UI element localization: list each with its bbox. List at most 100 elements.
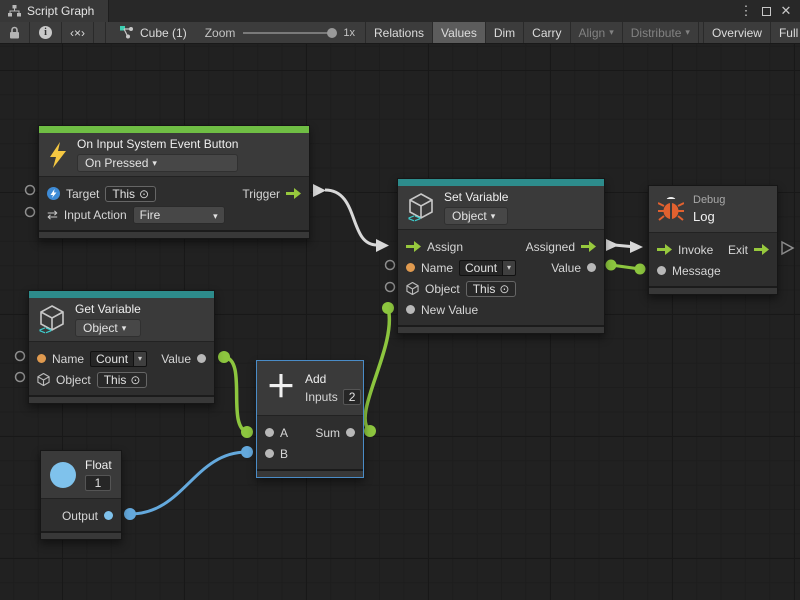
invoke-label: Invoke: [678, 243, 713, 257]
combo-caret-icon: ▾: [134, 351, 147, 367]
node-add[interactable]: ＋ Add Inputs 2 A Sum B: [256, 360, 364, 478]
lock-icon: [9, 26, 20, 39]
object-value-button[interactable]: This: [97, 372, 148, 388]
menu-icon[interactable]: ⋮: [738, 3, 754, 19]
zoom-control: Zoom 1x: [195, 22, 365, 43]
node-header[interactable]: ＋ Add Inputs 2: [257, 361, 363, 416]
name-combo[interactable]: Count▾: [459, 260, 516, 276]
node-header[interactable]: <> Get Variable Object: [29, 298, 214, 342]
plus-icon: ＋: [266, 375, 296, 401]
value-port[interactable]: [197, 354, 206, 363]
node-get-variable[interactable]: <> Get Variable Object Name Count▾ Value: [28, 290, 215, 404]
port-row-target: Target This Trigger: [39, 183, 309, 204]
node-footer: [649, 286, 777, 294]
name-combo[interactable]: Count▾: [90, 351, 147, 367]
float-value-field[interactable]: 1: [85, 475, 111, 491]
bug-icon: [658, 196, 684, 222]
port-row-input-action: ⇄ Input Action Fire: [39, 204, 309, 225]
assign-label: Assign: [427, 240, 463, 254]
close-icon[interactable]: ✕: [778, 3, 794, 19]
variable-cube-icon: <>: [407, 193, 435, 223]
message-port[interactable]: [657, 266, 666, 275]
name-label: Name: [52, 352, 84, 366]
trigger-port[interactable]: [286, 188, 301, 199]
tab-script-graph[interactable]: Script Graph: [0, 0, 109, 22]
object-cube-icon: [37, 373, 50, 386]
maximize-icon[interactable]: [758, 3, 774, 19]
a-port[interactable]: [265, 428, 274, 437]
wire-trigger-assign: [313, 184, 389, 252]
port-row-name: Name Count▾ Value: [29, 348, 214, 369]
svg-text:<>: <>: [39, 325, 52, 335]
window-controls: ⋮ ✕: [738, 0, 800, 22]
variable-cube-icon: <>: [38, 305, 66, 335]
output-port[interactable]: [104, 511, 113, 520]
port-row-b: B: [257, 443, 363, 464]
object-label: Object: [425, 282, 460, 296]
assign-port[interactable]: [406, 241, 421, 252]
wire-float-b: [124, 446, 253, 520]
input-system-icon: [47, 187, 60, 200]
object-cube-icon: [406, 282, 419, 295]
graph-icon: [8, 5, 21, 17]
target-icon: [130, 373, 140, 387]
dim-toggle[interactable]: Dim: [486, 22, 524, 43]
zoom-slider[interactable]: [243, 32, 335, 34]
node-footer: [398, 325, 604, 333]
target-icon: [499, 282, 509, 296]
relations-toggle[interactable]: Relations: [365, 22, 433, 43]
target-icon: [139, 187, 149, 201]
input-action-icon: ⇄: [47, 207, 58, 223]
overview-button[interactable]: Overview: [704, 22, 771, 43]
lock-button[interactable]: [0, 22, 30, 43]
code-preview-button[interactable]: ‹×›: [62, 22, 94, 43]
node-header[interactable]: <> Set Variable Object: [398, 186, 604, 230]
inputs-count-field[interactable]: 2: [343, 389, 362, 405]
graph-target-button[interactable]: Cube (1): [106, 22, 195, 43]
node-debug-log[interactable]: Debug Log Invoke Exit Message: [648, 185, 778, 295]
values-toggle[interactable]: Values: [433, 22, 486, 43]
node-title: Add: [305, 372, 361, 386]
value-label: Value: [551, 261, 581, 275]
message-label: Message: [672, 264, 721, 278]
lightning-icon: [48, 142, 68, 168]
node-header[interactable]: Debug Log: [649, 186, 777, 233]
node-set-variable[interactable]: <> Set Variable Object Assign Assigned: [397, 178, 605, 334]
node-header[interactable]: On Input System Event Button On Pressed: [39, 133, 309, 177]
value-port[interactable]: [587, 263, 596, 272]
object-value-button[interactable]: This: [466, 281, 517, 297]
event-mode-dropdown[interactable]: On Pressed: [77, 154, 238, 172]
sum-port[interactable]: [346, 428, 355, 437]
zoom-slider-handle[interactable]: [327, 28, 337, 38]
b-port[interactable]: [265, 449, 274, 458]
exit-port[interactable]: [754, 244, 769, 255]
invoke-port[interactable]: [657, 244, 672, 255]
distribute-dropdown[interactable]: Distribute: [623, 22, 699, 43]
zoom-label: Zoom: [205, 26, 236, 40]
node-on-input-system-event-button[interactable]: On Input System Event Button On Pressed …: [38, 125, 310, 239]
zoom-value: 1x: [343, 27, 355, 39]
node-footer: [41, 531, 121, 539]
toolbar-spacer: [94, 22, 106, 43]
assigned-port[interactable]: [581, 241, 596, 252]
inspect-button[interactable]: i: [30, 22, 62, 43]
variable-scope-dropdown[interactable]: Object: [75, 319, 141, 337]
port-row-output: Output: [41, 505, 121, 526]
name-port[interactable]: [406, 263, 415, 272]
wire-assigned-invoke: [606, 239, 643, 253]
input-action-dropdown[interactable]: Fire: [133, 206, 225, 224]
name-port[interactable]: [37, 354, 46, 363]
variable-scope-dropdown[interactable]: Object: [444, 207, 508, 225]
variable-colorbar: [398, 179, 604, 186]
graph-canvas[interactable]: On Input System Event Button On Pressed …: [0, 44, 800, 600]
carry-toggle[interactable]: Carry: [524, 22, 570, 43]
port-row-object: Object This: [398, 278, 604, 299]
fullscreen-button[interactable]: Full Screen: [771, 22, 800, 43]
node-float[interactable]: Float 1 Output: [40, 450, 122, 540]
node-header[interactable]: Float 1: [41, 451, 121, 499]
new-value-port[interactable]: [406, 305, 415, 314]
port-row-assign: Assign Assigned: [398, 236, 604, 257]
align-dropdown[interactable]: Align: [571, 22, 623, 43]
graph-toolbar: i ‹×› Cube (1) Zoom 1x Relations Values …: [0, 22, 800, 44]
target-value-button[interactable]: This: [105, 186, 156, 202]
